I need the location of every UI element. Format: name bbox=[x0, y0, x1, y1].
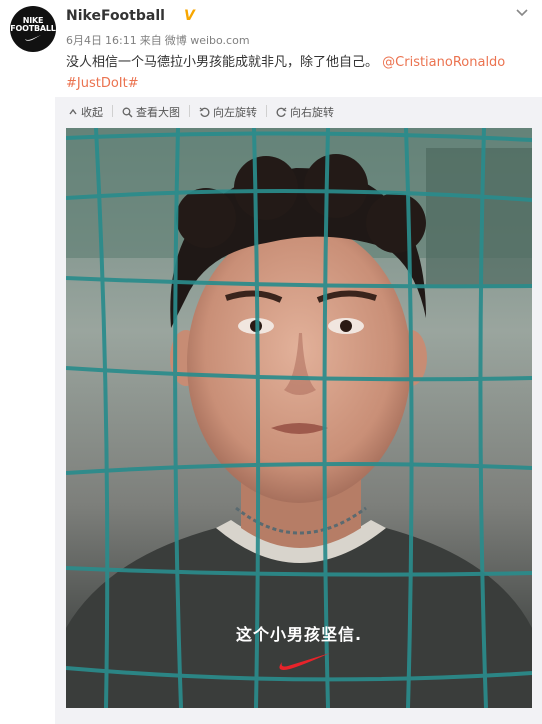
post-meta: 6月4日 16:11 来自 微博 weibo.com bbox=[66, 32, 253, 48]
rotate-right-icon bbox=[276, 107, 287, 117]
rotate-left-label: 向左旋转 bbox=[213, 106, 257, 119]
collapse-label: 收起 bbox=[81, 106, 103, 119]
rotate-right-label: 向右旋转 bbox=[290, 106, 334, 119]
more-chevron-icon[interactable] bbox=[514, 6, 530, 20]
post-time[interactable]: 16:11 bbox=[105, 34, 137, 47]
post-source[interactable]: 微博 weibo.com bbox=[165, 34, 250, 47]
toolbar-divider bbox=[189, 105, 190, 117]
post-date[interactable]: 6月4日 bbox=[66, 34, 102, 47]
collapse-button[interactable]: 收起 bbox=[68, 104, 103, 120]
username[interactable]: NikeFootball bbox=[66, 8, 165, 24]
post-source-prefix: 来自 bbox=[139, 34, 162, 47]
verified-badge[interactable]: V bbox=[184, 8, 195, 24]
search-icon bbox=[122, 107, 133, 117]
view-large-button[interactable]: 查看大图 bbox=[122, 104, 180, 120]
rotate-left-icon bbox=[199, 107, 210, 117]
rotate-right-button[interactable]: 向右旋转 bbox=[276, 104, 334, 120]
view-large-label: 查看大图 bbox=[136, 106, 180, 119]
media-expanded-panel: 收起 查看大图 向左旋转 向右旋转 这个小男孩坚信. bbox=[55, 97, 542, 724]
hashtag-link[interactable]: #JustDoIt# bbox=[66, 76, 139, 91]
avatar-text-line2: FOOTBALL bbox=[10, 24, 56, 33]
image-caption: 这个小男孩坚信. bbox=[235, 625, 363, 644]
avatar-swoosh-icon bbox=[25, 35, 41, 41]
mention-link[interactable]: @CristianoRonaldo bbox=[382, 55, 505, 70]
collapse-arrow-icon bbox=[69, 108, 77, 115]
nike-swoosh-icon bbox=[279, 653, 330, 670]
weibo-post-card: NIKE FOOTBALL NikeFootball V 6月4日 16:11 来自… bbox=[0, 0, 542, 724]
post-text-main: 没人相信一个马德拉小男孩能成就非凡，除了他自己。 bbox=[66, 55, 379, 70]
avatar[interactable]: NIKE FOOTBALL bbox=[10, 6, 56, 52]
post-text: 没人相信一个马德拉小男孩能成就非凡，除了他自己。 @CristianoRonal… bbox=[66, 52, 526, 94]
toolbar-divider bbox=[112, 105, 113, 117]
post-image[interactable]: 这个小男孩坚信. bbox=[66, 128, 532, 708]
toolbar-divider bbox=[266, 105, 267, 117]
rotate-left-button[interactable]: 向左旋转 bbox=[199, 104, 257, 120]
media-toolbar: 收起 查看大图 向左旋转 向右旋转 bbox=[55, 97, 542, 125]
